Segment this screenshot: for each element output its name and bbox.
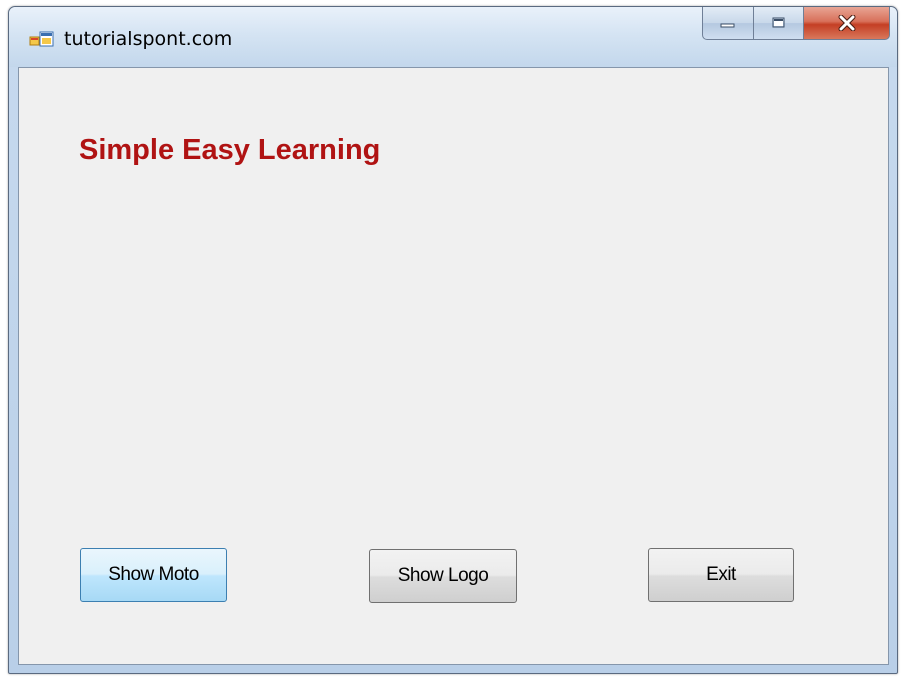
exit-button[interactable]: Exit <box>648 548 794 602</box>
app-window: tutorialspont.com Simple Easy Learning S… <box>8 6 898 674</box>
form-client-area: Simple Easy Learning Show Moto Show Logo… <box>18 67 889 665</box>
minimize-icon <box>720 23 735 28</box>
close-icon <box>838 15 855 31</box>
close-button[interactable] <box>804 7 890 40</box>
show-moto-button[interactable]: Show Moto <box>80 548 227 602</box>
maximize-icon <box>772 17 784 28</box>
caption-buttons <box>702 7 890 41</box>
windows-form-icon[interactable] <box>29 31 55 49</box>
window-title: tutorialspont.com <box>64 28 233 50</box>
maximize-button[interactable] <box>754 7 804 40</box>
heading-label: Simple Easy Learning <box>79 134 381 166</box>
minimize-button[interactable] <box>702 7 754 40</box>
show-logo-button[interactable]: Show Logo <box>369 549 517 603</box>
title-bar[interactable]: tutorialspont.com <box>9 7 897 67</box>
